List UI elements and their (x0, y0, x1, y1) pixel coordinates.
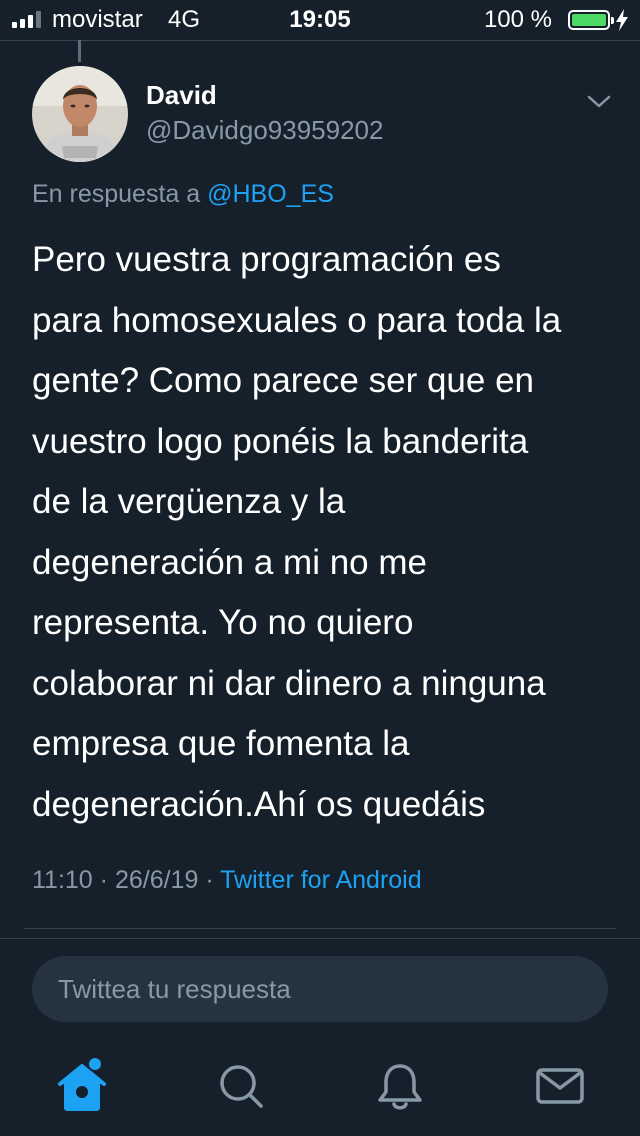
tab-home[interactable] (52, 1056, 112, 1116)
battery-percent: 100 % (483, 6, 552, 33)
reply-mention-link[interactable]: @HBO_ES (207, 180, 334, 208)
status-bar: movistar 4G 19:05 100 % (0, 0, 640, 40)
chevron-down-icon[interactable] (584, 86, 614, 116)
tweet-text: Pero vuestra programación es para homose… (32, 240, 562, 824)
screen: movistar 4G 19:05 100 % David @Davidgo93… (0, 0, 640, 1136)
charging-icon (616, 9, 628, 31)
avatar[interactable] (32, 66, 128, 162)
tab-search[interactable] (210, 1056, 270, 1116)
tab-messages[interactable] (530, 1056, 590, 1116)
notifications-icon (378, 1064, 422, 1110)
tweet-meta: 11:10 · 26/6/19 · Twitter for Android (32, 866, 422, 895)
meta-separator: · (205, 866, 214, 894)
status-divider (0, 40, 640, 41)
thread-line (78, 40, 81, 62)
tab-bar (0, 1040, 640, 1136)
display-name[interactable]: David (146, 80, 217, 111)
meta-separator: · (99, 866, 108, 894)
user-handle[interactable]: @Davidgo93959202 (146, 115, 383, 146)
tweet-source-link[interactable]: Twitter for Android (220, 866, 421, 894)
tweet-time: 11:10 (32, 866, 93, 894)
reply-context: En respuesta a @HBO_ES (32, 180, 334, 209)
reply-input[interactable]: Twittea tu respuesta (32, 956, 608, 1022)
tab-notifications[interactable] (370, 1056, 430, 1116)
divider (0, 938, 640, 939)
battery-icon (568, 10, 614, 30)
reply-prefix: En respuesta a (32, 180, 201, 208)
home-icon (58, 1058, 106, 1111)
messages-icon (536, 1068, 584, 1104)
tweet-date: 26/6/19 (114, 866, 199, 894)
search-icon (220, 1065, 263, 1108)
divider (24, 928, 616, 929)
